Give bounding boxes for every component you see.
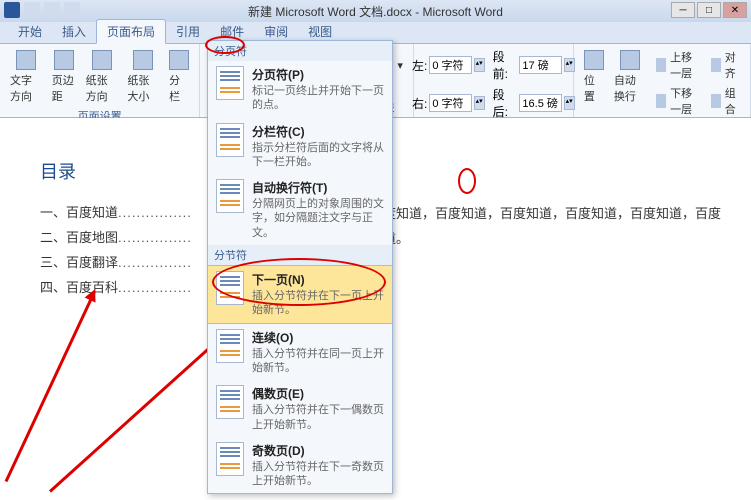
tab-引用[interactable]: 引用 [166, 20, 210, 43]
redo-icon[interactable] [64, 2, 80, 18]
toc-line: 二、百度地图 [40, 227, 190, 246]
breaks-dropdown: 分页符 分页符(P)标记一页终止并开始下一页的点。分栏符(C)指示分栏符后面的文… [207, 40, 393, 494]
tab-开始[interactable]: 开始 [8, 20, 52, 43]
indent-right-input[interactable]: 0 字符 [429, 94, 471, 112]
toc-line: 四、百度百科 [40, 277, 190, 296]
btn-纸张大小[interactable]: 纸张大小 [125, 48, 161, 106]
dd-section-page-breaks: 分页符 [208, 41, 392, 61]
align-button[interactable]: 对齐 [709, 48, 742, 82]
btn-纸张方向[interactable]: 纸张方向 [84, 48, 120, 106]
quick-access-toolbar [4, 2, 80, 18]
btn-文字方向[interactable]: 文字方向 [8, 48, 44, 106]
tab-页面布局[interactable]: 页面布局 [96, 19, 166, 44]
btn-分栏[interactable]: 分栏 [167, 48, 191, 106]
undo-icon[interactable] [44, 2, 60, 18]
position-button[interactable]: 位置 [582, 48, 606, 106]
btn-页边距[interactable]: 页边距 [50, 48, 78, 106]
spacing-after-input[interactable]: 16.5 磅 [519, 94, 561, 112]
word-icon[interactable] [4, 2, 20, 18]
page-left: 目录 一、百度知道二、百度地图三、百度翻译四、百度百科 [0, 118, 200, 500]
dd-item-奇数页(D)[interactable]: 奇数页(D)插入分节符并在下一奇数页上开始新节。 [208, 437, 392, 494]
group-arrange: 位置 自动换行 上移一层 下移一层 选择窗格 对齐 组合 旋转 排列 [574, 44, 751, 117]
dd-item-自动换行符(T)[interactable]: 自动换行符(T)分隔网页上的对象周围的文字，如分隔题注文字与正文。 [208, 174, 392, 245]
group-page-setup: 文字方向页边距纸张方向纸张大小分栏 页面设置 [0, 44, 200, 117]
indent-left-input[interactable]: 0 字符 [429, 56, 471, 74]
spacing-before-input[interactable]: 17 磅 [519, 56, 561, 74]
group-spacing: 左:0 字符▴▾段前:17 磅▴▾ 右:0 字符▴▾段后:16.5 磅▴▾ 段落 [414, 44, 574, 117]
wrap-button[interactable]: 自动换行 [612, 48, 648, 106]
close-button[interactable]: ✕ [723, 2, 747, 18]
toc-line: 三、百度翻译 [40, 252, 190, 271]
window-title: 新建 Microsoft Word 文档.docx - Microsoft Wo… [248, 3, 503, 20]
dd-item-下一页(N)[interactable]: 下一页(N)插入分节符并在下一页上开始新节。 [208, 265, 392, 324]
toc-line: 一、百度知道 [40, 202, 190, 221]
minimize-button[interactable]: ─ [671, 2, 695, 18]
dd-section-section-breaks: 分节符 [208, 245, 392, 265]
maximize-button[interactable]: □ [697, 2, 721, 18]
dd-item-偶数页(E)[interactable]: 偶数页(E)插入分节符并在下一偶数页上开始新节。 [208, 380, 392, 437]
dd-item-连续(O)[interactable]: 连续(O)插入分节符并在同一页上开始新节。 [208, 324, 392, 381]
bring-forward-button[interactable]: 上移一层 [654, 48, 703, 82]
tab-插入[interactable]: 插入 [52, 20, 96, 43]
group-button[interactable]: 组合 [709, 84, 742, 118]
dd-item-分栏符(C)[interactable]: 分栏符(C)指示分栏符后面的文字将从下一栏开始。 [208, 118, 392, 175]
dd-item-分页符(P)[interactable]: 分页符(P)标记一页终止并开始下一页的点。 [208, 61, 392, 118]
send-backward-button[interactable]: 下移一层 [654, 84, 703, 118]
save-icon[interactable] [24, 2, 40, 18]
toc-title: 目录 [40, 158, 190, 184]
